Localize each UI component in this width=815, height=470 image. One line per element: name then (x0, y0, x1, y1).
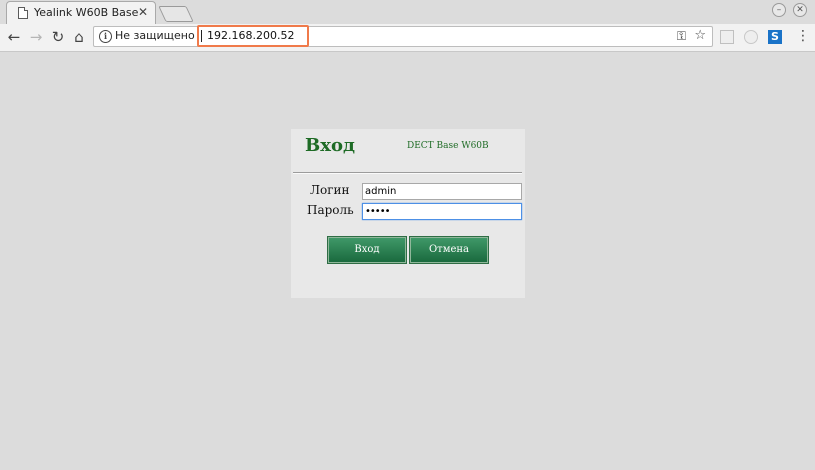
url-text[interactable]: 192.168.200.52 (207, 29, 294, 42)
tab-title: Yealink W60B Base (34, 6, 139, 19)
username-label: Логин (310, 183, 350, 197)
address-bar[interactable]: i Не защищено 192.168.200.52 ⚿ ☆ (93, 25, 713, 47)
password-input[interactable]: ••••• (362, 203, 522, 220)
browser-tab[interactable]: Yealink W60B Base ✕ (6, 1, 156, 24)
url-separator (201, 30, 202, 42)
extension-icon[interactable] (720, 30, 734, 44)
info-icon[interactable]: i (99, 30, 112, 43)
cancel-button[interactable]: Отмена (410, 237, 488, 263)
device-name: DECT Base W60B (407, 141, 489, 151)
forward-icon[interactable]: → (27, 28, 45, 46)
tab-strip: Yealink W60B Base ✕ – ✕ (0, 0, 815, 24)
browser-toolbar: ← → ↻ ⌂ i Не защищено 192.168.200.52 ⚿ ☆… (0, 24, 815, 52)
menu-icon[interactable]: ⋮ (796, 28, 810, 44)
username-input[interactable]: admin (362, 183, 522, 200)
divider (293, 172, 522, 174)
minimize-window-icon[interactable]: – (772, 3, 786, 17)
extension-round-icon[interactable] (744, 30, 758, 44)
new-tab-button[interactable] (158, 6, 194, 22)
reload-icon[interactable]: ↻ (49, 28, 67, 46)
login-panel: Вход DECT Base W60B Логин admin Пароль •… (291, 129, 525, 298)
login-button[interactable]: Вход (328, 237, 406, 263)
close-tab-icon[interactable]: ✕ (136, 5, 150, 19)
login-heading: Вход (305, 135, 355, 156)
security-label: Не защищено (115, 29, 195, 42)
key-icon[interactable]: ⚿ (677, 29, 686, 44)
password-label: Пароль (307, 203, 354, 217)
page-icon (18, 7, 28, 19)
bookmark-star-icon[interactable]: ☆ (694, 28, 706, 43)
close-window-icon[interactable]: ✕ (793, 3, 807, 17)
home-icon[interactable]: ⌂ (70, 28, 88, 46)
back-icon[interactable]: ← (5, 28, 23, 46)
skype-extension-icon[interactable]: S (768, 30, 782, 44)
